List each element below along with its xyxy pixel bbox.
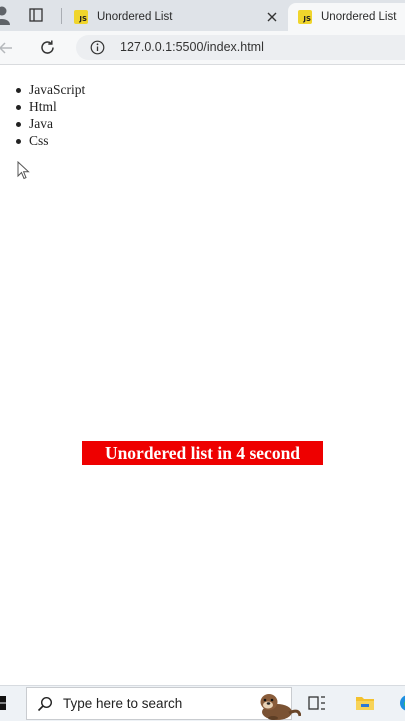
- page-content: JavaScript Html Java Css Unordered list …: [0, 65, 405, 685]
- search-icon: [37, 696, 53, 712]
- browser-toolbar: 127.0.0.1:5500/index.html: [0, 31, 405, 65]
- js-file-icon: JS: [298, 10, 312, 24]
- unordered-list: JavaScript Html Java Css: [14, 81, 85, 149]
- taskbar: Type here to search: [0, 685, 405, 721]
- taskbar-search-box[interactable]: Type here to search: [26, 687, 301, 720]
- tab-unordered-list-active[interactable]: JS Unordered List: [288, 3, 405, 31]
- site-info-icon[interactable]: [90, 40, 105, 55]
- tab-actions-icon[interactable]: [29, 8, 43, 22]
- mouse-cursor-icon: [17, 161, 30, 180]
- task-view-icon[interactable]: [308, 694, 326, 712]
- tab-separator: [61, 8, 62, 24]
- tab-title: Unordered List: [97, 10, 173, 23]
- list-item: Java: [14, 115, 85, 132]
- tab-title: Unordered List: [321, 11, 397, 23]
- reload-icon[interactable]: [39, 39, 56, 56]
- js-file-icon: JS: [74, 9, 88, 24]
- address-bar[interactable]: 127.0.0.1:5500/index.html: [76, 35, 405, 60]
- url-text[interactable]: 127.0.0.1:5500/index.html: [120, 40, 264, 54]
- windows-start-icon[interactable]: [0, 696, 14, 710]
- edge-browser-icon[interactable]: [398, 693, 405, 713]
- tab-strip: JS Unordered List JS Unordered List: [0, 0, 405, 31]
- list-item: Html: [14, 98, 85, 115]
- profile-icon[interactable]: [0, 5, 10, 25]
- file-explorer-icon[interactable]: [355, 694, 375, 711]
- video-caption-banner: Unordered list in 4 second: [82, 441, 323, 465]
- close-icon[interactable]: [266, 11, 278, 23]
- otter-illustration-icon: [260, 694, 301, 720]
- list-item: Css: [14, 132, 85, 149]
- tab-unordered-list[interactable]: JS Unordered List: [66, 2, 290, 31]
- search-placeholder: Type here to search: [63, 696, 183, 711]
- back-arrow-icon[interactable]: [0, 40, 14, 56]
- list-item: JavaScript: [14, 81, 85, 98]
